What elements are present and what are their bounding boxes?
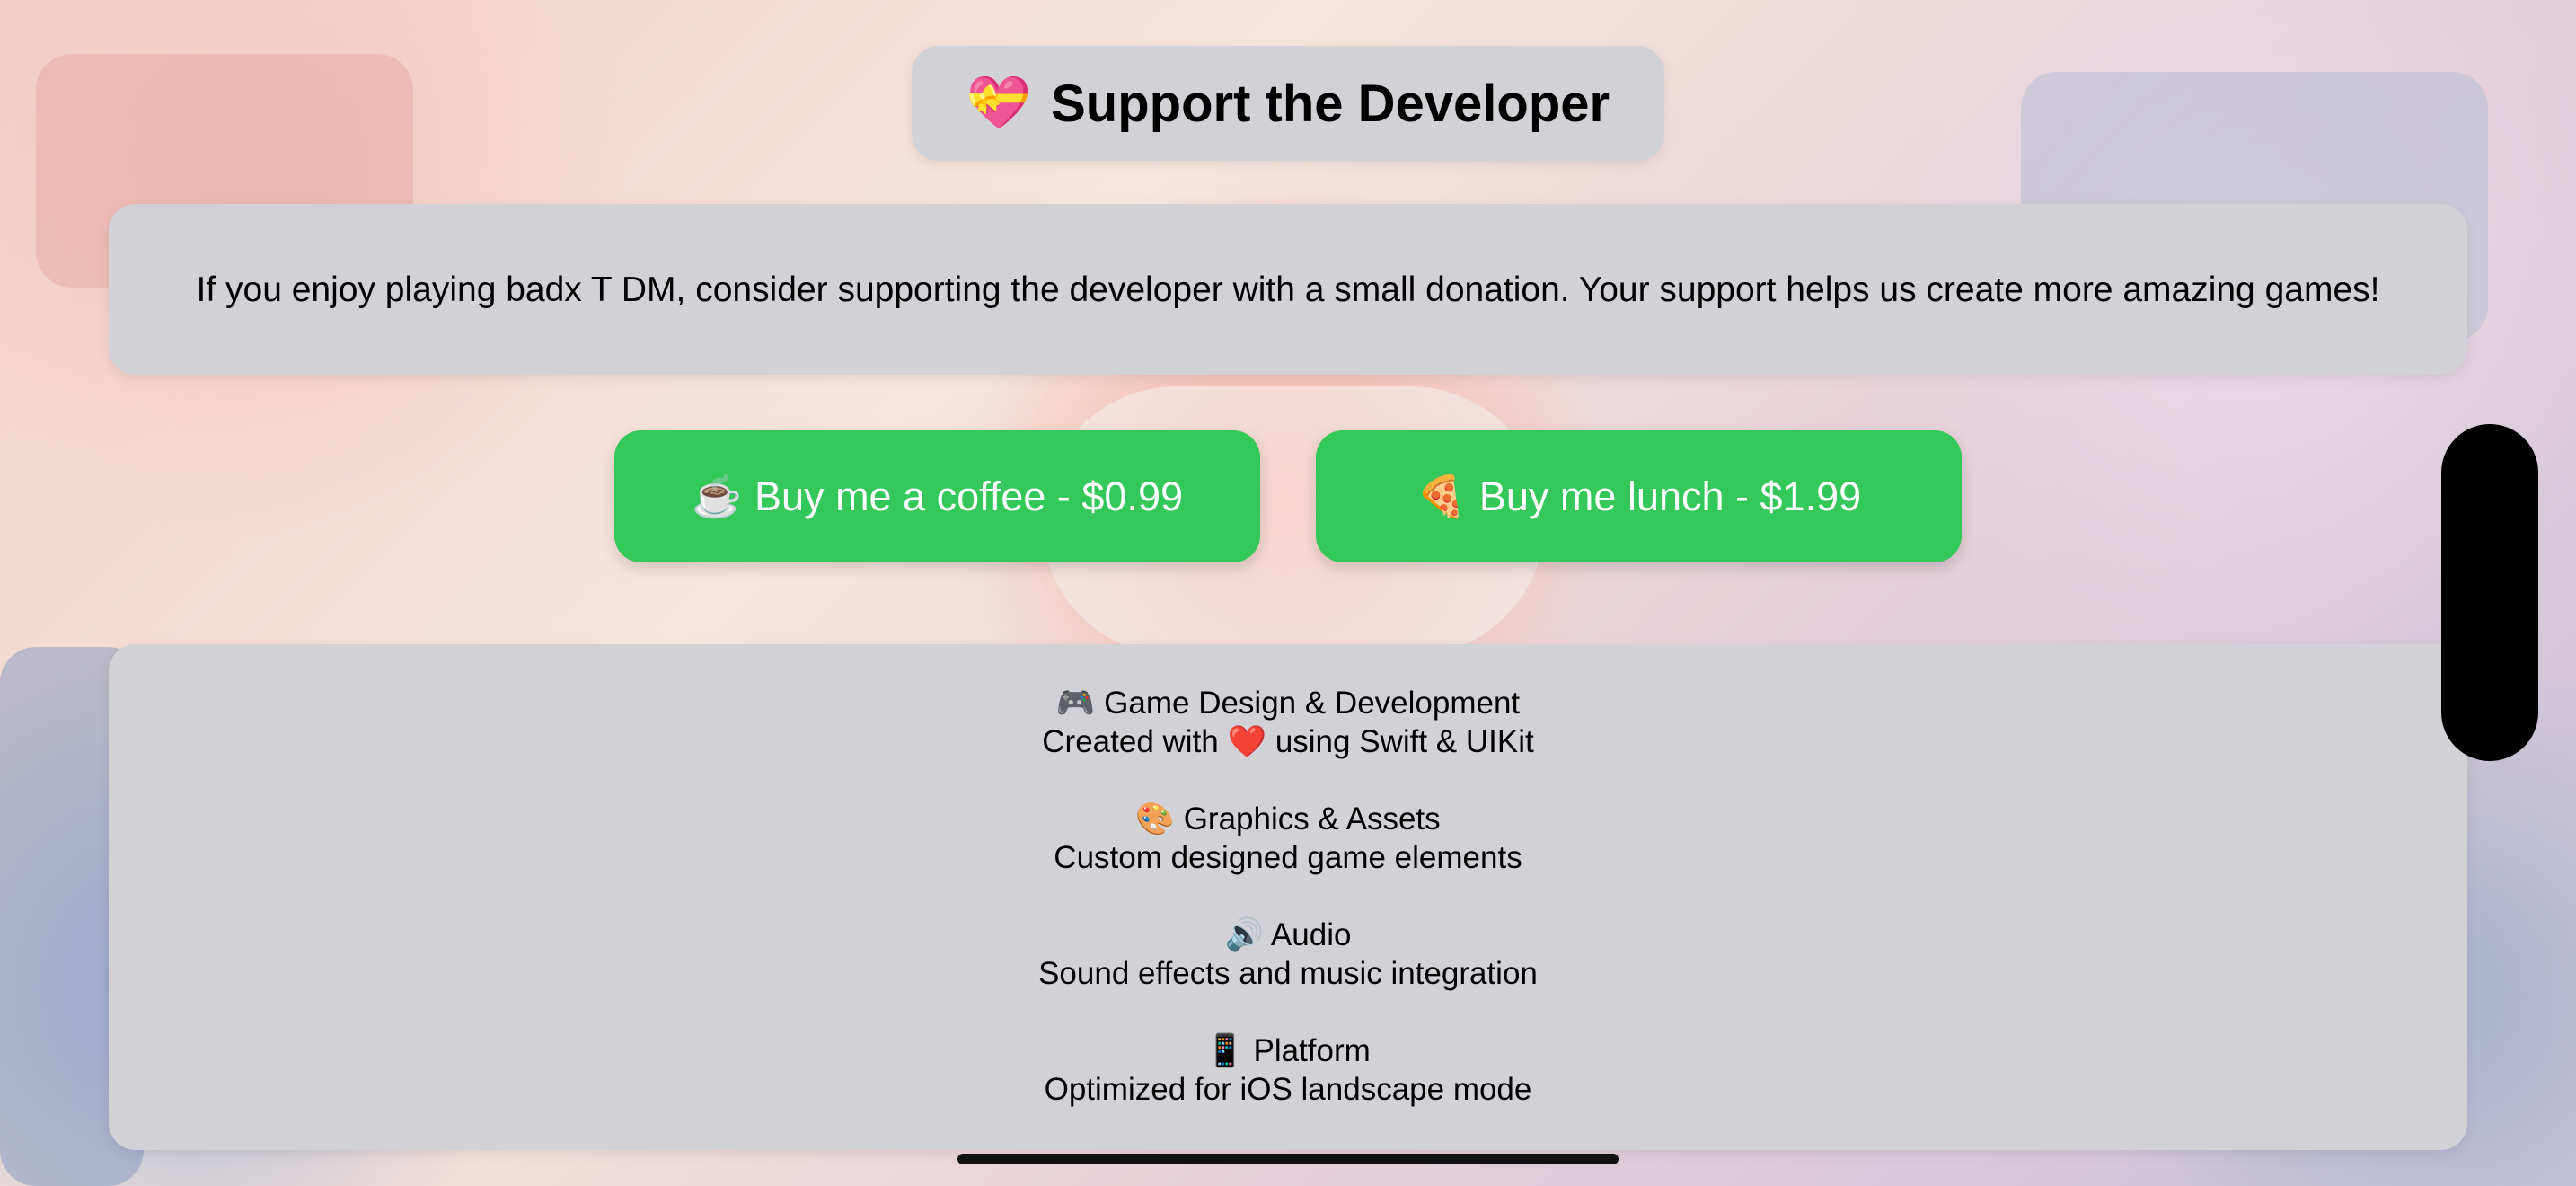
heart-icon: ❤️: [1227, 724, 1267, 759]
credit-subtitle: Created with: [1042, 724, 1228, 759]
buy-lunch-label: Buy me lunch - $1.99: [1478, 473, 1862, 519]
credit-title: Audio: [1270, 917, 1352, 952]
credit-title: Graphics & Assets: [1183, 801, 1441, 836]
phone-icon: 📱: [1205, 1033, 1245, 1068]
credit-audio: 🔊 Audio Sound effects and music integrat…: [109, 916, 2467, 993]
credit-title: Platform: [1253, 1033, 1371, 1068]
speaker-icon: 🔊: [1224, 917, 1265, 952]
game-controller-icon: 🎮: [1055, 686, 1096, 721]
coffee-icon: ☕️: [692, 474, 743, 519]
description-text: If you enjoy playing badx T DM, consider…: [196, 270, 2380, 309]
credit-title: Game Design & Development: [1104, 686, 1521, 721]
buy-coffee-label: Buy me a coffee - $0.99: [754, 473, 1183, 519]
credit-subtitle: Sound effects and music integration: [1038, 956, 1538, 991]
credit-platform: 📱 Platform Optimized for iOS landscape m…: [109, 1031, 2467, 1109]
credit-subtitle: using Swift & UIKit: [1266, 724, 1534, 759]
pizza-icon: 🍕: [1416, 474, 1467, 519]
device-camera-cutout: [2441, 424, 2538, 761]
credit-game-design: 🎮 Game Design & Development Created with…: [109, 684, 2467, 761]
gift-heart-icon: 💝: [966, 74, 1032, 132]
credit-graphics: 🎨 Graphics & Assets Custom designed game…: [109, 800, 2467, 877]
description-panel: If you enjoy playing badx T DM, consider…: [109, 204, 2467, 375]
page-title-text: Support the Developer: [1051, 74, 1610, 133]
credits-panel: 🎮 Game Design & Development Created with…: [109, 644, 2467, 1150]
buy-lunch-button[interactable]: 🍕 Buy me lunch - $1.99: [1316, 430, 1962, 562]
home-indicator[interactable]: [957, 1154, 1619, 1164]
page-title: 💝 Support the Developer: [912, 46, 1664, 161]
buy-coffee-button[interactable]: ☕️ Buy me a coffee - $0.99: [614, 430, 1260, 562]
palette-icon: 🎨: [1135, 801, 1175, 836]
credit-subtitle: Custom designed game elements: [1054, 840, 1522, 875]
credit-subtitle: Optimized for iOS landscape mode: [1044, 1072, 1532, 1107]
